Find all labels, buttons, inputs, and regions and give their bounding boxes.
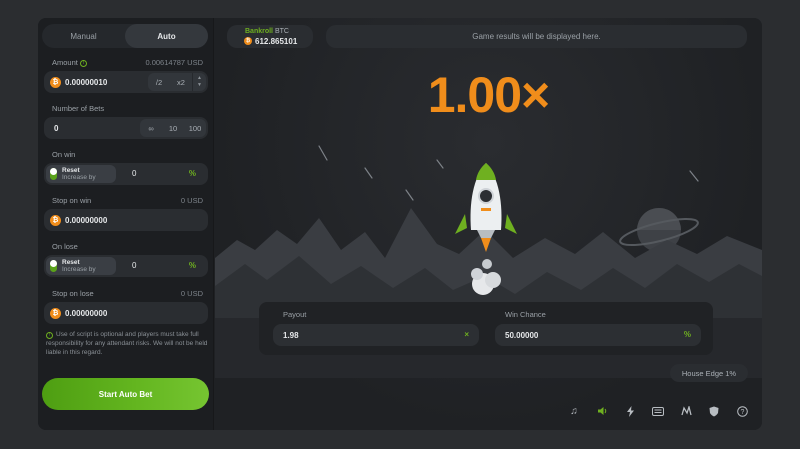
amount-field[interactable]: ₿ 0.00000010 /2 x2 ▲ ▼	[44, 71, 208, 93]
on-lose-increase-label: Increase by	[62, 266, 96, 273]
bets-field[interactable]: 0 ∞ 10 100	[44, 117, 208, 139]
bitcoin-icon: ₿	[50, 214, 61, 226]
game-results-bar: Game results will be displayed here.	[326, 25, 747, 48]
stop-win-label: Stop on win	[52, 196, 92, 205]
start-auto-bet-button[interactable]: Start Auto Bet	[42, 378, 209, 410]
disclaimer-text: Use of script is optional and players mu…	[46, 331, 208, 356]
toggle-switch[interactable]	[50, 260, 57, 272]
on-lose-label: On lose	[52, 242, 78, 251]
stop-win-value[interactable]: 0.00000000	[65, 216, 107, 225]
keyboard-icon[interactable]	[650, 404, 666, 418]
double-button[interactable]: x2	[170, 73, 192, 91]
disclaimer: ! Use of script is optional and players m…	[46, 330, 208, 357]
meteor	[364, 167, 373, 179]
amount-label: Amount i	[52, 58, 87, 67]
bitcoin-icon: ₿	[50, 307, 61, 319]
info-icon[interactable]: i	[79, 59, 87, 67]
stop-lose-field[interactable]: ₿ 0.00000000	[44, 302, 208, 324]
volume-icon[interactable]	[594, 404, 610, 418]
shield-icon[interactable]	[706, 404, 722, 418]
meteor	[436, 159, 444, 169]
on-lose-percent: %	[188, 261, 196, 270]
house-edge-badge: House Edge 1%	[670, 364, 748, 382]
stop-lose-usd: 0 USD	[180, 289, 203, 298]
stop-win-field[interactable]: ₿ 0.00000000	[44, 209, 208, 231]
payout-controls: Payout 1.98 × Win Chance 50.00000 %	[259, 302, 713, 355]
svg-text:?: ?	[740, 409, 744, 416]
payout-field[interactable]: 1.98 ×	[273, 324, 479, 346]
meteors	[318, 145, 699, 201]
on-win-percent: %	[188, 169, 196, 178]
on-win-label: On win	[52, 150, 76, 159]
on-lose-row: Reset Increase by 0 %	[44, 255, 208, 277]
bankroll-value: 612.865101	[255, 37, 298, 46]
music-icon[interactable]: ♫	[566, 404, 582, 418]
lightning-icon[interactable]	[622, 404, 638, 418]
on-win-increase-label: Increase by	[62, 174, 96, 181]
on-win-toggle[interactable]: Reset Increase by	[46, 165, 116, 183]
bets-100-button[interactable]: 100	[184, 119, 206, 137]
bets-options: ∞ 10 100	[140, 119, 206, 137]
toggle-switch[interactable]	[50, 168, 57, 180]
on-win-row: Reset Increase by 0 %	[44, 163, 208, 185]
win-chance-value[interactable]: 50.00000	[505, 331, 538, 340]
multiply-icon: ×	[464, 330, 469, 339]
chevron-up-icon[interactable]: ▲	[197, 75, 202, 82]
game-area: Bankroll BTC ₿ 612.865101 Game results w…	[215, 18, 762, 430]
bets-value[interactable]: 0	[54, 124, 58, 133]
payout-value[interactable]: 1.98	[283, 331, 299, 340]
bankroll-panel: Bankroll BTC ₿ 612.865101	[227, 25, 313, 48]
app-window: Manual Auto Amount i 0.00614787 USD ₿ 0.0…	[38, 18, 762, 430]
mode-tabs: Manual Auto	[42, 24, 208, 48]
stop-lose-label: Stop on lose	[52, 289, 94, 298]
bitcoin-icon: ₿	[50, 76, 61, 88]
bottom-toolbar: ♫ ?	[566, 404, 750, 418]
meteor	[318, 145, 328, 161]
help-icon[interactable]: ?	[734, 404, 750, 418]
amount-usd: 0.00614787 USD	[145, 58, 203, 67]
tab-auto[interactable]: Auto	[125, 24, 208, 48]
meteor	[405, 189, 414, 201]
tab-manual[interactable]: Manual	[42, 24, 125, 48]
win-chance-field[interactable]: 50.00000 %	[495, 324, 701, 346]
chart-icon[interactable]	[678, 404, 694, 418]
bankroll-currency: BTC	[274, 28, 289, 35]
chevron-down-icon[interactable]: ▼	[197, 82, 202, 89]
on-win-reset-label: Reset	[62, 167, 80, 174]
win-chance-label: Win Chance	[505, 310, 546, 319]
bets-infinite-button[interactable]: ∞	[140, 119, 162, 137]
amount-stepper[interactable]: ▲ ▼	[192, 73, 206, 91]
stop-lose-value[interactable]: 0.00000000	[65, 309, 107, 318]
amount-controls: /2 x2 ▲ ▼	[148, 73, 206, 91]
payout-label: Payout	[283, 310, 307, 319]
bets-label: Number of Bets	[52, 104, 105, 113]
bet-panel: Manual Auto Amount i 0.00614787 USD ₿ 0.0…	[38, 18, 214, 430]
bitcoin-icon: ₿	[244, 37, 252, 45]
percent-icon: %	[683, 330, 691, 339]
bets-10-button[interactable]: 10	[162, 119, 184, 137]
on-win-value[interactable]: 0	[132, 169, 136, 178]
meteor	[689, 170, 699, 182]
on-lose-reset-label: Reset	[62, 259, 80, 266]
stop-win-usd: 0 USD	[180, 196, 203, 205]
on-lose-value[interactable]: 0	[132, 261, 136, 270]
bankroll-title: Bankroll BTC	[245, 28, 289, 35]
multiplier-display: 1.00×	[427, 67, 551, 123]
amount-value[interactable]: 0.00000010	[65, 78, 107, 87]
half-button[interactable]: /2	[148, 73, 170, 91]
on-lose-toggle[interactable]: Reset Increase by	[46, 257, 116, 275]
info-icon: !	[46, 332, 53, 339]
